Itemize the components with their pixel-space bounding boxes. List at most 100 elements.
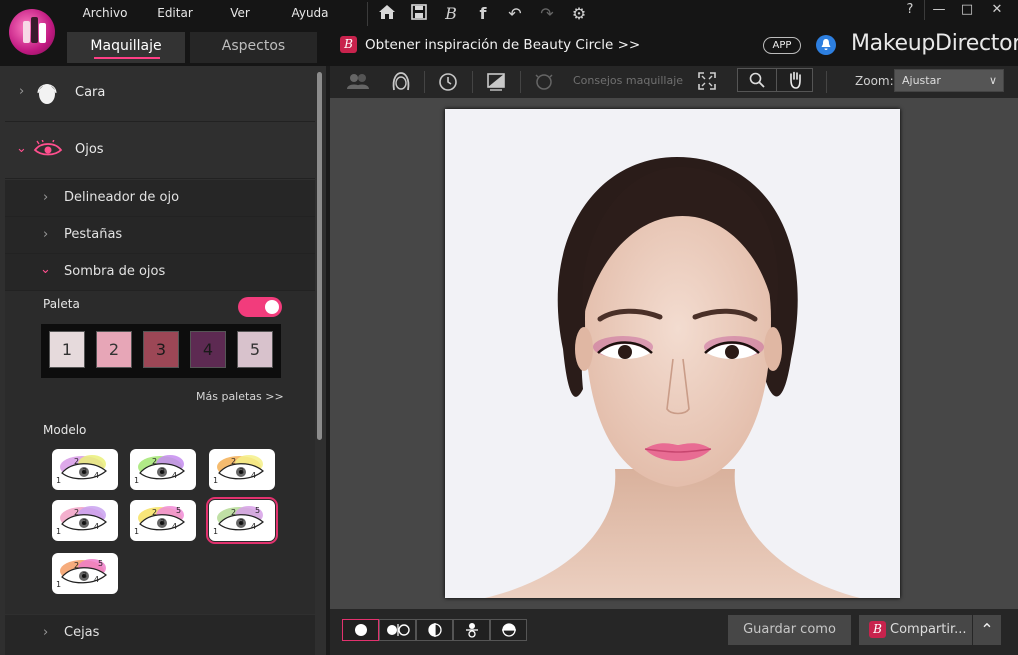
beauty-circle-icon[interactable]: B (441, 4, 461, 24)
compare-view-icon[interactable] (485, 72, 507, 92)
tab-aspectos[interactable]: Aspectos (190, 32, 317, 63)
model-zone-number: 5 (255, 506, 261, 515)
swatch-3[interactable]: 3 (143, 331, 179, 368)
more-palettes-link[interactable]: Más paletas >> (196, 390, 284, 403)
compare-faces-icon[interactable] (346, 72, 369, 92)
swatch-4[interactable]: 4 (190, 331, 226, 368)
sub-pestanas[interactable]: › Pestañas (5, 217, 315, 254)
notification-bell-icon[interactable] (816, 35, 836, 55)
share-button[interactable]: B Compartir... (859, 615, 972, 645)
chevron-right-icon: › (43, 190, 49, 205)
horizontal-split-view-button[interactable] (490, 619, 527, 641)
category-cejas[interactable]: › Cejas (5, 615, 315, 655)
chevron-right-icon: › (19, 84, 25, 99)
tab-maquillaje[interactable]: Maquillaje (67, 32, 185, 63)
eyeshadow-model-7[interactable]: 1 234 5 (52, 553, 118, 594)
model-zone-number: 4 (172, 471, 178, 480)
category-ojos[interactable]: ⌄ Ojos (5, 123, 315, 179)
model-zone-number: 1 (56, 476, 62, 485)
window-divider (924, 0, 925, 20)
home-icon[interactable] (377, 4, 397, 24)
sub-sombra[interactable]: ⌄ Sombra de ojos (5, 254, 315, 291)
share-label: Compartir... (890, 622, 967, 637)
app-logo (9, 9, 55, 55)
eyeshadow-model-3[interactable]: 1 234 (209, 449, 275, 490)
model-zone-number: 4 (251, 471, 257, 480)
undo-icon[interactable]: ↶ (505, 4, 525, 24)
chevron-down-icon: ∨ (988, 74, 997, 87)
swatch-1[interactable]: 1 (49, 331, 85, 368)
eyeshadow-model-6[interactable]: 1 234 5 (206, 497, 278, 544)
beauty-circle-banner[interactable]: B Obtener inspiración de Beauty Circle >… (340, 36, 640, 53)
banner-text: Obtener inspiración de Beauty Circle >> (365, 36, 641, 53)
zoom-pan-toggle (737, 68, 813, 92)
makeup-tips-label[interactable]: Consejos maquillaje (573, 74, 683, 87)
side-by-side-view-button[interactable] (379, 619, 416, 641)
save-as-button[interactable]: Guardar como (728, 615, 851, 645)
minimize-button[interactable]: — (926, 0, 952, 20)
redo-icon[interactable]: ↷ (537, 4, 557, 24)
model-zone-number: 1 (213, 476, 219, 485)
model-zone-number: 5 (176, 506, 182, 515)
menu-ver[interactable]: Ver (210, 6, 270, 24)
face-photo[interactable] (445, 109, 900, 598)
model-zone-number: 2 (74, 508, 80, 517)
makeup-tips-icon[interactable] (533, 72, 555, 92)
palette-label: Paleta (43, 297, 80, 311)
model-zone-number: 1 (134, 476, 140, 485)
brand-name: MakeupDirector (851, 31, 1018, 56)
menu-ayuda[interactable]: Ayuda (270, 6, 350, 24)
single-view-button[interactable] (342, 619, 379, 641)
sub-delineador[interactable]: › Delineador de ojo (5, 180, 315, 217)
eye-icon (33, 138, 63, 164)
sub-delineador-label: Delineador de ojo (64, 190, 180, 205)
category-cara[interactable]: › Cara (5, 66, 315, 122)
app-button[interactable]: APP (763, 37, 801, 54)
facebook-icon[interactable]: f (473, 4, 493, 24)
close-button[interactable]: ✕ (984, 0, 1010, 20)
eyeshadow-model-4[interactable]: 1 234 (52, 500, 118, 541)
menu-archivo[interactable]: Archivo (70, 6, 140, 24)
zoom-value: Ajustar (902, 74, 941, 87)
eyeshadow-model-1[interactable]: 1 234 (52, 449, 118, 490)
palette-swatches: 1 2 3 4 5 (41, 324, 281, 378)
panel-scrollbar[interactable] (317, 72, 322, 440)
top-bottom-view-button[interactable] (453, 619, 490, 641)
toolbar-divider (472, 71, 473, 93)
hair-icon[interactable] (390, 72, 412, 92)
model-zone-number: 2 (74, 457, 80, 466)
model-zone-number: 3 (160, 518, 166, 527)
toolbar-divider (520, 71, 521, 93)
chevron-right-icon: › (43, 625, 49, 640)
zoom-label: Zoom: (855, 74, 894, 88)
category-cejas-label: Cejas (64, 625, 100, 640)
zoom-tool-icon[interactable] (738, 69, 775, 91)
menu-bar: Archivo Editar Ver Ayuda (70, 6, 350, 24)
beauty-circle-badge-icon: B (340, 36, 357, 53)
canvas-toolbar: Consejos maquillaje Zoom: Ajustar ∨ (330, 66, 1018, 98)
zoom-select[interactable]: Ajustar ∨ (894, 69, 1004, 92)
eyeshadow-model-5[interactable]: 1 234 5 (130, 500, 196, 541)
model-label: Modelo (43, 423, 87, 437)
help-button[interactable]: ? (897, 0, 923, 20)
model-zone-number: 4 (94, 522, 100, 531)
expand-up-icon[interactable]: ⌃ (973, 615, 1001, 645)
pan-tool-icon[interactable] (776, 69, 813, 91)
palette-toggle[interactable] (238, 297, 282, 317)
save-icon[interactable] (409, 4, 429, 24)
vertical-split-view-button[interactable] (416, 619, 453, 641)
menu-editar[interactable]: Editar (140, 6, 210, 24)
model-zone-number: 3 (82, 467, 88, 476)
eyeshadow-model-2[interactable]: 1 234 (130, 449, 196, 490)
model-zone-number: 3 (239, 518, 245, 527)
fullscreen-icon[interactable] (696, 72, 718, 92)
settings-icon[interactable]: ⚙ (569, 4, 589, 24)
swatch-5[interactable]: 5 (237, 331, 273, 368)
maximize-button[interactable]: □ (954, 0, 980, 20)
category-cara-label: Cara (75, 85, 106, 100)
swatch-2[interactable]: 2 (96, 331, 132, 368)
model-zone-number: 3 (82, 518, 88, 527)
history-icon[interactable] (437, 72, 459, 92)
menu-divider (367, 2, 368, 26)
model-zone-number: 2 (231, 508, 237, 517)
